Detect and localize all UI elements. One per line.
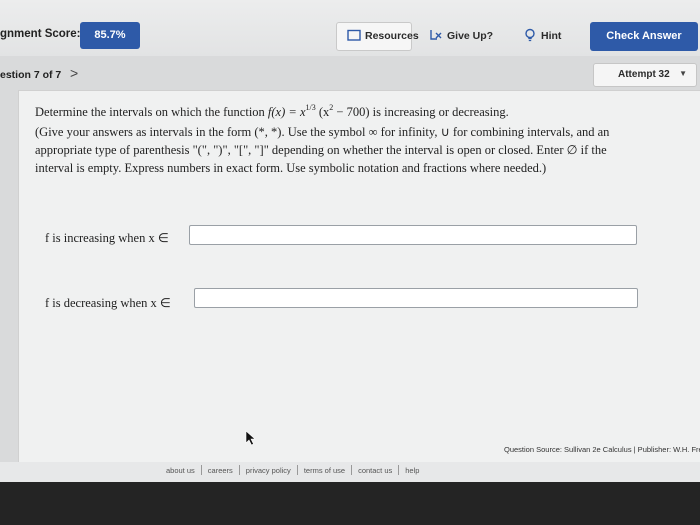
hint-label: Hint [541,30,562,42]
footer-link-privacy[interactable]: privacy policy [246,466,291,475]
screen-bezel [0,482,700,525]
footer-bar: about us careers privacy policy terms of us… [0,462,700,482]
function-paren: (x [315,105,330,119]
footer-link-help[interactable]: help [405,466,419,475]
question-counter: estion 7 of 7 [0,69,62,81]
decreasing-answer-input[interactable] [194,288,638,308]
give-up-button[interactable]: Give Up? [418,22,498,51]
question-instructions: (Give your answers as intervals in the f… [35,125,610,175]
footer-link-careers[interactable]: careers [208,466,233,475]
prompt-end: is increasing or decreasing. [369,105,509,119]
function-expression: f(x) = x [267,105,306,119]
assignment-score-badge: 85.7% [80,22,140,49]
footer-link-about[interactable]: about us [166,466,195,475]
chevron-down-icon: ▼ [679,69,687,78]
check-answer-button[interactable]: Check Answer [590,22,698,51]
footer-link-terms[interactable]: terms of use [304,466,345,475]
decreasing-label: f is decreasing when x ∈ [45,296,171,310]
folder-icon [347,29,361,41]
top-toolbar: gnment Score: 85.7% Resources Give Up? H… [0,0,700,56]
increasing-answer-input[interactable] [189,225,637,245]
lightbulb-icon [525,28,535,42]
give-up-icon [430,30,442,40]
footer-links: about us careers privacy policy terms of us… [166,465,419,475]
prompt-lead: Determine the intervals on which the fun… [35,105,268,119]
exponent-one-third: 1/3 [305,103,316,112]
attempt-dropdown[interactable]: Attempt 32 ▼ [593,63,697,87]
hint-button[interactable]: Hint [512,22,574,51]
next-question-chevron-icon[interactable]: > [70,65,78,81]
footer-link-contact[interactable]: contact us [358,466,392,475]
increasing-label: f is increasing when x ∈ [45,231,169,245]
attempt-label: Attempt 32 [618,69,670,80]
question-source: Question Source: Sullivan 2e Calculus | … [504,445,700,454]
mouse-cursor-icon [245,430,256,446]
resources-label: Resources [365,30,419,42]
question-prompt: Determine the intervals on which the fun… [35,99,645,121]
assignment-score-label: gnment Score: [0,28,81,40]
give-up-label: Give Up? [447,30,494,42]
resources-button[interactable]: Resources [336,22,419,51]
question-panel: Determine the intervals on which the fun… [18,90,700,464]
function-tail: − 700) [333,105,370,119]
